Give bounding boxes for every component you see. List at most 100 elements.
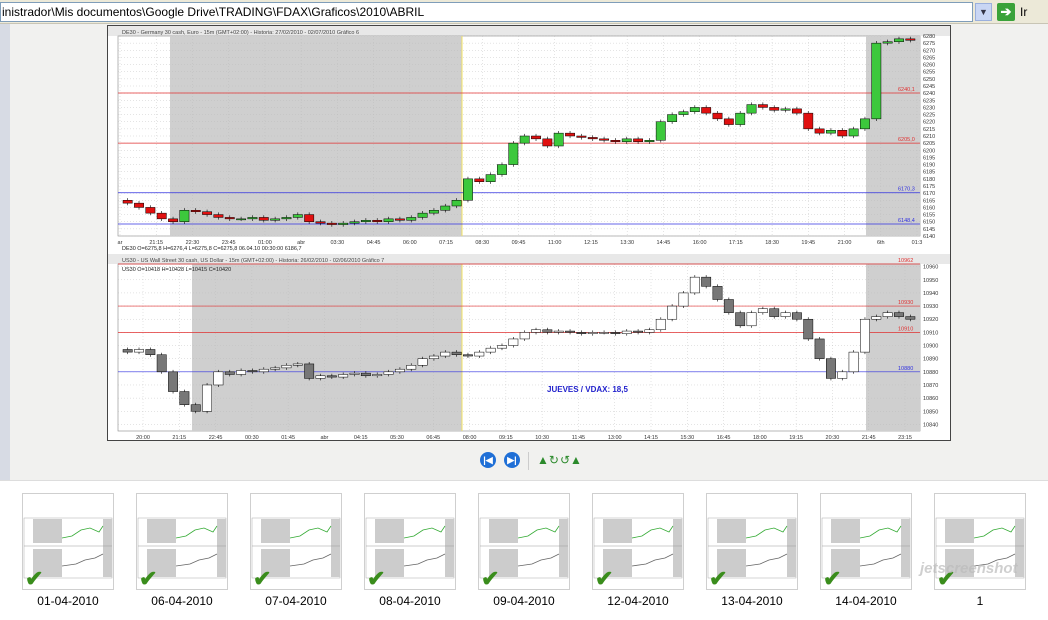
chart-top-candle bbox=[735, 112, 746, 125]
thumbnail-label: 01-04-2010 bbox=[37, 594, 99, 608]
chart-bottom-candle bbox=[451, 351, 462, 355]
chart-top-ytick: 6280 bbox=[923, 34, 935, 40]
thumbnail[interactable]: ✔ bbox=[136, 493, 228, 590]
chart-top-xtick: 21:00 bbox=[838, 240, 852, 246]
chart-bottom-candle bbox=[179, 391, 190, 405]
thumbnail[interactable]: ✔ bbox=[478, 493, 570, 590]
chart-bottom-candle bbox=[360, 372, 371, 377]
rotate-clockwise-icon[interactable]: ▲↻ bbox=[537, 453, 559, 467]
chart-bottom-xtick: 00:30 bbox=[245, 435, 259, 440]
chart-bottom-candle bbox=[270, 367, 281, 370]
chart-bottom-candle bbox=[281, 365, 292, 369]
thumbnail[interactable]: ✔ bbox=[250, 493, 342, 590]
chart-bottom-xtick: 18:00 bbox=[753, 435, 767, 440]
address-input[interactable]: inistrador\Mis documentos\Google Drive\T… bbox=[0, 2, 973, 22]
chart-bottom-candle bbox=[156, 354, 167, 373]
toolbar-divider bbox=[528, 452, 529, 470]
chart-bottom-candle bbox=[621, 330, 632, 334]
chart-top-xtick: 18:30 bbox=[765, 240, 779, 246]
chart-top-ytick: 6245 bbox=[923, 84, 935, 90]
chart-bottom-session-shade bbox=[192, 264, 462, 431]
chart-bottom-panel: US30 - US Wall Street 30 cash, US Dollar… bbox=[108, 254, 950, 441]
chart-bottom-candle bbox=[894, 312, 904, 317]
chart-top-candle bbox=[553, 132, 564, 147]
checkmark-icon: ✔ bbox=[25, 566, 44, 591]
chart-top-candle bbox=[531, 135, 541, 140]
chart-top-ytick: 6240 bbox=[923, 91, 935, 97]
thumbnail[interactable]: ✔ bbox=[706, 493, 798, 590]
next-image-icon[interactable]: ▶| bbox=[504, 452, 520, 468]
chart-bottom-candle bbox=[826, 358, 836, 379]
chart-top-candle bbox=[769, 107, 780, 111]
chart-bottom-candle bbox=[349, 372, 360, 375]
chart-bottom-ytick: 10940 bbox=[923, 291, 938, 297]
chart-top-candle bbox=[780, 108, 791, 111]
go-button[interactable]: Ir bbox=[1020, 5, 1027, 19]
chart-bottom-candle bbox=[440, 351, 451, 357]
chart-top-candle bbox=[565, 132, 575, 137]
chart-bottom-candle bbox=[406, 365, 417, 370]
chart-bottom-candle bbox=[735, 312, 746, 327]
thumbnail[interactable]: ✔ bbox=[592, 493, 684, 590]
chart-bottom-xtick: 01:45 bbox=[281, 435, 295, 440]
chart-top-candle bbox=[723, 118, 734, 125]
thumbnail[interactable]: ✔ bbox=[364, 493, 456, 590]
chart-top-candle bbox=[542, 138, 553, 147]
chart-top-candle bbox=[394, 218, 405, 221]
chart-bottom-candle bbox=[463, 354, 473, 357]
chart-top-candle bbox=[429, 210, 439, 214]
chart-top-candle bbox=[508, 142, 519, 165]
previous-image-icon[interactable]: |◀ bbox=[480, 452, 496, 468]
chart-top-level-label: 6170,3 bbox=[898, 187, 915, 193]
chart-bottom-candle bbox=[723, 299, 734, 313]
chart-bottom-xtick: 09:15 bbox=[499, 435, 513, 440]
chart-top-candle bbox=[633, 138, 644, 142]
chart-top-candle bbox=[474, 178, 485, 182]
chart-bottom-level-label: 10910 bbox=[898, 326, 913, 332]
chart-bottom-candle bbox=[610, 332, 621, 334]
chart-top-candle bbox=[417, 212, 428, 218]
chart-bottom-xtick: 16:45 bbox=[717, 435, 731, 440]
chart-top-xtick: 13:30 bbox=[620, 240, 634, 246]
chart-top-candle bbox=[599, 138, 609, 141]
chart-bottom-candle bbox=[814, 338, 825, 359]
chart-top-ytick: 6195 bbox=[923, 155, 935, 161]
chart-top-candle bbox=[610, 140, 621, 142]
chart-bottom-ytick: 10900 bbox=[923, 344, 938, 350]
thumbnail[interactable]: ✔ bbox=[22, 493, 114, 590]
chart-bottom-candle bbox=[633, 330, 644, 333]
chart-image: DE30 - Germany 30 cash, Euro - 15m (GMT+… bbox=[107, 25, 951, 441]
preview-toolbar: |◀ ▶| ▲↻ ↺▲ bbox=[480, 452, 582, 470]
chart-bottom-xtick: 22:45 bbox=[209, 435, 223, 440]
chart-bottom-candle bbox=[644, 329, 655, 333]
chart-bottom-candle bbox=[837, 371, 848, 379]
checkmark-icon: ✔ bbox=[709, 566, 728, 591]
chart-bottom-candle bbox=[712, 286, 723, 300]
chart-bottom-candle bbox=[757, 308, 768, 313]
thumbnail-label: 1 bbox=[976, 594, 984, 608]
chart-bottom-ytick: 10910 bbox=[923, 330, 938, 336]
chart-top-candle bbox=[156, 212, 167, 220]
chart-bottom-candle bbox=[769, 308, 780, 317]
chart-top-panel: DE30 - Germany 30 cash, Euro - 15m (GMT+… bbox=[108, 26, 950, 252]
thumbnail-label: 12-04-2010 bbox=[607, 594, 669, 608]
chart-top-candle bbox=[168, 218, 178, 222]
chart-bottom-ytick: 10880 bbox=[923, 370, 938, 376]
chevron-down-icon[interactable]: ▼ bbox=[975, 3, 992, 21]
chart-bottom-candle bbox=[224, 371, 235, 375]
address-bar: inistrador\Mis documentos\Google Drive\T… bbox=[0, 0, 1048, 24]
chart-top-candle bbox=[485, 174, 496, 182]
rotate-counterclockwise-icon[interactable]: ↺▲ bbox=[560, 453, 582, 467]
chart-top-candle bbox=[791, 108, 802, 114]
chart-top-xtick: 01:3 bbox=[912, 240, 923, 246]
chart-top-ytick: 6210 bbox=[923, 134, 935, 140]
thumbnail[interactable]: ✔ bbox=[820, 493, 912, 590]
chart-top-xtick: 16:00 bbox=[693, 240, 707, 246]
chart-bottom-xtick: 14:15 bbox=[644, 435, 658, 440]
chart-top-candle bbox=[247, 217, 258, 220]
chart-top-candle bbox=[145, 207, 156, 214]
chart-top-ytick: 6225 bbox=[923, 113, 935, 119]
chart-top-candle bbox=[463, 178, 473, 201]
chart-bottom-candle bbox=[508, 338, 519, 346]
arrow-right-icon[interactable]: ➔ bbox=[997, 3, 1015, 21]
